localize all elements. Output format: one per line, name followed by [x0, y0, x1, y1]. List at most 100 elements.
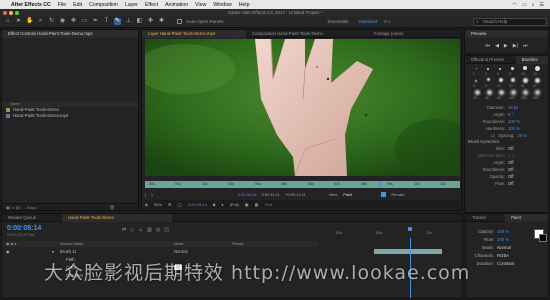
col-mode[interactable]: Mode [174, 241, 184, 247]
layer-mode-dropdown[interactable]: Normal [174, 248, 188, 255]
tab-tracker[interactable]: Tracker [466, 214, 505, 222]
footage-frame[interactable] [145, 39, 460, 176]
type-tool-icon[interactable]: T [103, 18, 110, 25]
shape-tool-icon[interactable]: ▭ [81, 18, 88, 25]
graph-editor-icon[interactable]: ◫ [164, 227, 169, 233]
menu-layer[interactable]: Layer [125, 2, 138, 8]
hardness-value[interactable]: 100 % [508, 125, 520, 132]
grid-icon[interactable]: ⊞ [168, 202, 171, 207]
show-channel-icon[interactable]: ● [221, 202, 223, 207]
brush-tip[interactable]: 65 [495, 90, 507, 100]
brush-tip[interactable]: 5 [495, 66, 507, 76]
background-color-swatch[interactable] [539, 234, 547, 242]
zoom-icon[interactable] [15, 10, 19, 15]
exposure-value[interactable]: +0.0 [264, 202, 272, 207]
next-frame-icon[interactable]: ▶| [513, 43, 518, 49]
timeline-time-ruler[interactable]: 00s 05s 10s [320, 227, 460, 239]
brush-tip[interactable]: 13 [519, 66, 531, 76]
auto-open-checkbox[interactable] [177, 19, 182, 24]
trash-icon[interactable]: 🗑 [110, 205, 115, 210]
tab-brushes[interactable]: Brushes [515, 56, 548, 64]
brush-tip[interactable]: 17 [507, 78, 519, 88]
brush-tip[interactable]: 3 [483, 66, 495, 76]
minimize-icon[interactable] [9, 10, 13, 15]
list-item[interactable]: Hand-Paint-Tools-Demo.mp4 [2, 113, 138, 119]
col-parent[interactable]: Parent [232, 241, 243, 247]
spacing-checkbox[interactable]: ☑ [468, 132, 498, 139]
brush-tip[interactable]: 13 [495, 78, 507, 88]
timeline-current-time[interactable]: 0:00:08:14 [7, 225, 41, 232]
roundness2-dropdown[interactable]: Off [508, 166, 514, 173]
layer-duration-bar[interactable] [374, 249, 442, 254]
brush-tip[interactable]: 9 [483, 78, 495, 88]
col-source-name[interactable]: Source Name [60, 241, 83, 247]
layer-name[interactable]: Brush 11 [60, 248, 76, 255]
close-icon[interactable] [3, 10, 7, 15]
zoom-tool-icon[interactable]: ⌕ [37, 18, 44, 25]
set-out-point-icon[interactable]: } [151, 192, 152, 197]
pan-behind-tool-icon[interactable]: ✥ [70, 18, 77, 25]
brush-tip[interactable]: 1 [471, 66, 483, 76]
menu-app[interactable]: After Effects CC [11, 2, 51, 8]
roundness-value[interactable]: 100 % [508, 118, 520, 125]
selection-tool-icon[interactable]: ➤ [15, 18, 22, 25]
interpret-footage-icon[interactable]: ▣ [6, 205, 10, 210]
eraser-tool-icon[interactable]: ◧ [136, 18, 143, 25]
spotlight-icon[interactable]: ⌕ [532, 2, 535, 8]
tab-timeline-comp[interactable]: Hand-Paint-Tools-Demo [62, 214, 172, 222]
battery-icon[interactable]: ▭ [522, 2, 527, 8]
comp-mini-flowchart-icon[interactable]: ⇄ [122, 227, 126, 233]
brush-tip[interactable]: 300 [531, 90, 543, 100]
tab-footage-viewer[interactable]: Footage (none) [368, 30, 428, 38]
brush-tip[interactable]: 9 [507, 66, 519, 76]
brush-tool-icon[interactable]: ✎ [114, 18, 121, 25]
brush-tip[interactable]: 5 [471, 78, 483, 88]
size-dropdown[interactable]: Off [508, 145, 514, 152]
tab-effect-controls[interactable]: Effect Controls Hand-Paint-Tools-Demo.mp… [2, 30, 138, 38]
playhead-handle[interactable] [408, 227, 412, 231]
brush-tip[interactable]: 27 [531, 78, 543, 88]
search-help-input[interactable]: ⌕ Search Help [473, 18, 547, 26]
table-row[interactable]: ◉ ▾ Brush 11 Normal [2, 248, 318, 255]
min-size-value[interactable]: 1 % [508, 152, 515, 159]
menu-edit[interactable]: Edit [73, 2, 82, 8]
resolution-dropdown[interactable]: (Full) [230, 202, 239, 207]
menu-file[interactable]: File [58, 2, 66, 8]
render-checkbox[interactable] [381, 191, 387, 197]
brush-tip[interactable]: 19 [531, 66, 543, 76]
tab-render-queue[interactable]: Render Queue [2, 214, 62, 222]
clone-stamp-tool-icon[interactable]: ⊥ [125, 18, 132, 25]
flow-dropdown[interactable]: Off [508, 180, 514, 187]
zoom-dropdown[interactable]: 50% [154, 202, 162, 207]
workspace-menu-icon[interactable]: ≡ » [384, 19, 391, 24]
brush-tip[interactable]: 45 [483, 90, 495, 100]
region-icon[interactable]: ▣ [245, 202, 249, 207]
transparency-grid-icon[interactable]: ▦ [255, 202, 259, 207]
opacity-dropdown[interactable]: Off [508, 173, 514, 180]
tab-layer-viewer[interactable]: Layer Hand-Paint-Tools-Demo.mp4 [142, 30, 246, 38]
first-frame-icon[interactable]: ⏮ [486, 43, 491, 49]
snapshot-icon[interactable]: ◙ [213, 202, 215, 207]
camera-tool-icon[interactable]: ◉ [59, 18, 66, 25]
current-time-display[interactable]: 0:00:08:14 [238, 192, 257, 197]
set-in-point-icon[interactable]: { [145, 192, 146, 197]
play-icon[interactable]: ▶ [504, 43, 508, 49]
tab-effects-presets[interactable]: Effects & Presets [465, 56, 516, 64]
workspace-essentials[interactable]: Essentials [328, 19, 349, 24]
angle-value[interactable]: 0 ° [508, 111, 513, 118]
menu-composition[interactable]: Composition [89, 2, 118, 8]
draft-3d-icon[interactable]: ◇ [130, 227, 134, 233]
menu-window[interactable]: Window [213, 2, 231, 8]
puppet-tool-icon[interactable]: ✱ [158, 18, 165, 25]
layer-time-ruler[interactable]: 00s 01s 02s 03s 04s 05s 06s 07s 08s 09s … [145, 181, 460, 188]
view-dropdown[interactable]: Paint [343, 192, 352, 197]
eye-icon[interactable]: ◉ [6, 248, 10, 255]
tab-composition-viewer[interactable]: Composition Hand-Paint-Tools-Demo [246, 30, 368, 38]
tab-paint[interactable]: Paint [505, 214, 548, 222]
frame-blending-icon[interactable]: ▥ [147, 227, 152, 233]
last-frame-icon[interactable]: ⏭ [523, 43, 528, 49]
paint-mode-dropdown[interactable]: Normal [497, 244, 511, 252]
rotate-tool-icon[interactable]: ↻ [48, 18, 55, 25]
home-icon[interactable]: ⌂ [4, 18, 11, 25]
menu-view[interactable]: View [195, 2, 206, 8]
